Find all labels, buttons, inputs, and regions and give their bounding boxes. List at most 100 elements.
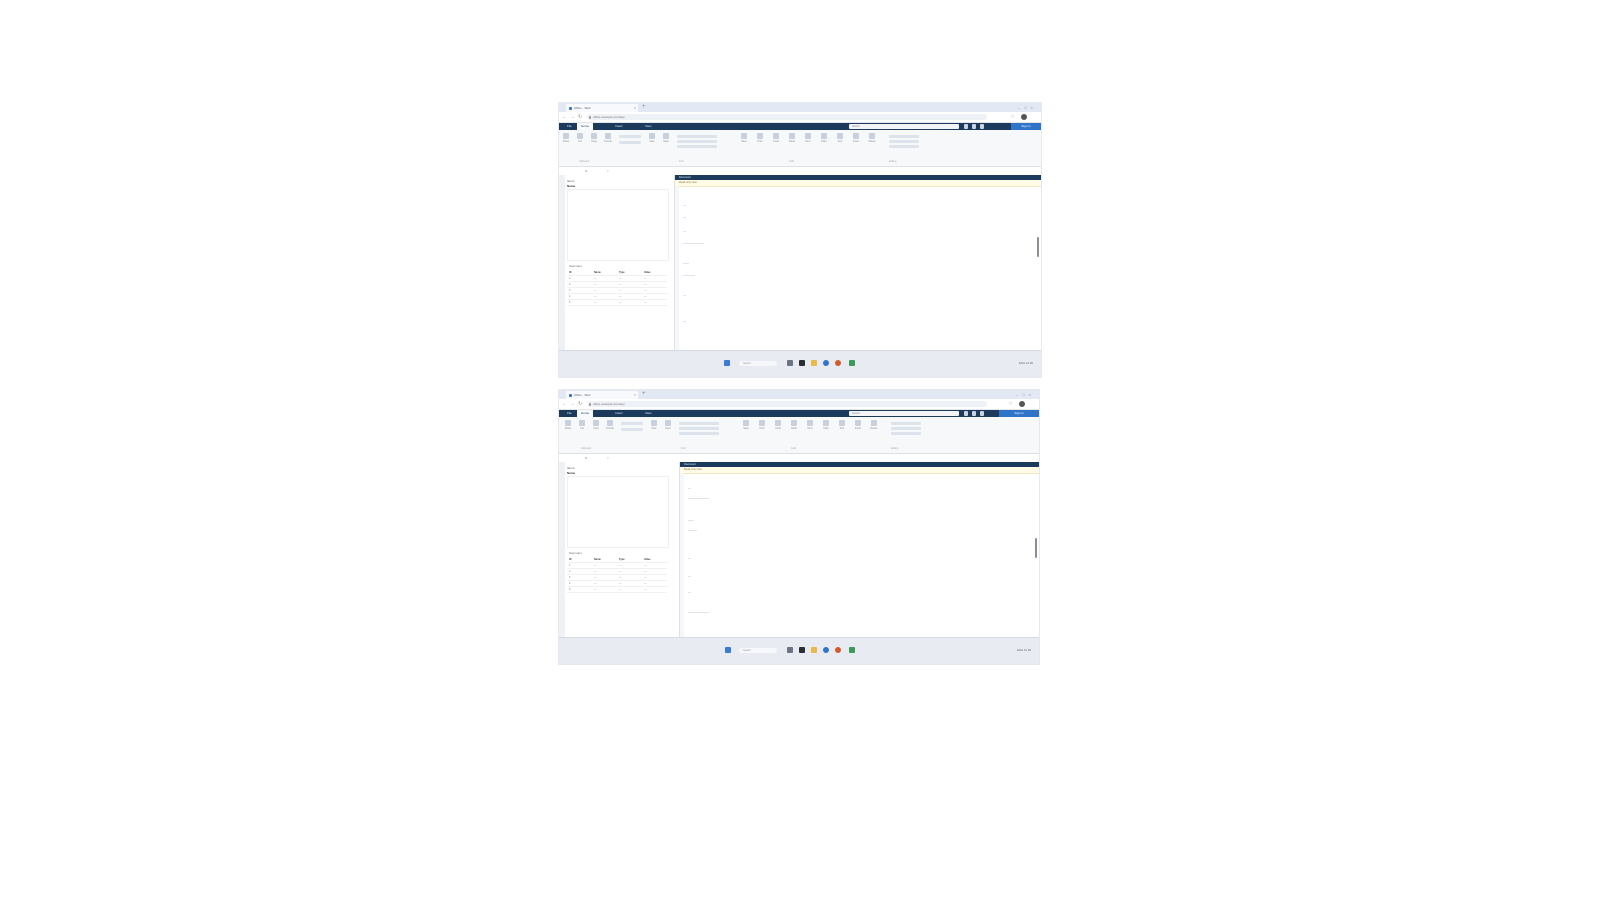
tab-home[interactable]: Home: [577, 410, 594, 417]
tab-view[interactable]: View: [641, 123, 655, 130]
scrollbar[interactable]: [1035, 538, 1037, 558]
signin-button[interactable]: Sign in: [1011, 123, 1041, 130]
bell-icon[interactable]: [964, 411, 968, 416]
tab-home[interactable]: Home: [577, 123, 594, 130]
chrome-icon[interactable]: [835, 360, 841, 366]
format-button[interactable]: Format: [605, 420, 615, 436]
option-row-3[interactable]: [889, 145, 919, 148]
task-view-icon[interactable]: [787, 360, 793, 366]
option-row-3[interactable]: [891, 432, 921, 435]
font-dropdown[interactable]: [621, 422, 643, 425]
browser-tab[interactable]: Office · Web ×: [566, 391, 638, 399]
undo-button[interactable]: Undo: [773, 420, 783, 436]
table-row[interactable]: 5 — — —: [567, 587, 667, 593]
cut-button[interactable]: Cut: [575, 133, 585, 149]
query-text[interactable]: =: [607, 167, 609, 175]
back-icon[interactable]: ←: [562, 400, 567, 408]
tab-insert[interactable]: Insert: [611, 123, 627, 130]
chrome-icon[interactable]: [835, 647, 841, 653]
help-icon[interactable]: [980, 124, 984, 129]
delete-button[interactable]: Delete: [869, 420, 879, 436]
save-button[interactable]: Save: [739, 133, 749, 149]
option-row-1[interactable]: [889, 135, 919, 138]
gear-icon[interactable]: [972, 124, 976, 129]
table-row[interactable]: 5 — — —: [567, 300, 667, 306]
window-controls[interactable]: –□×: [1016, 390, 1035, 399]
windows-icon[interactable]: [725, 647, 731, 653]
column-header[interactable]: Type: [617, 270, 642, 275]
open-button[interactable]: Open: [661, 133, 671, 149]
column-header[interactable]: Value: [642, 270, 667, 275]
option-row-2[interactable]: [891, 427, 921, 430]
undo-button[interactable]: Undo: [771, 133, 781, 149]
taskbar-search-input[interactable]: Search: [739, 361, 777, 366]
close-tab-icon[interactable]: ×: [634, 104, 636, 112]
store-icon[interactable]: [849, 360, 855, 366]
new-button[interactable]: New: [649, 420, 659, 436]
profile-icon[interactable]: [1019, 401, 1025, 407]
refresh-icon[interactable]: ↻: [578, 113, 582, 121]
filter-button[interactable]: Filter: [821, 420, 831, 436]
signin-button[interactable]: Sign in: [999, 410, 1039, 417]
app-search-input[interactable]: Search: [849, 124, 959, 129]
option-row-1[interactable]: [891, 422, 921, 425]
back-icon[interactable]: ←: [562, 113, 567, 121]
style-row-1[interactable]: [677, 135, 717, 138]
new-tab-icon[interactable]: +: [642, 390, 646, 399]
column-header[interactable]: Type: [617, 557, 642, 562]
font-dropdown[interactable]: [619, 135, 641, 138]
query-text[interactable]: =: [607, 454, 609, 462]
close-tab-icon[interactable]: ×: [634, 391, 636, 399]
help-icon[interactable]: [980, 411, 984, 416]
system-tray[interactable]: ENG 12:00: [1019, 361, 1033, 365]
style-row-2[interactable]: [677, 140, 717, 143]
column-header[interactable]: ID: [567, 557, 592, 562]
paste-button[interactable]: Paste: [563, 420, 573, 436]
copy-button[interactable]: Copy: [591, 420, 601, 436]
url-field[interactable]: office.example.com/app: [587, 401, 987, 407]
save-button[interactable]: Save: [741, 420, 751, 436]
format-button[interactable]: Format: [603, 133, 613, 149]
font-size-dropdown[interactable]: [619, 141, 641, 144]
forward-icon[interactable]: →: [570, 113, 575, 121]
forward-icon[interactable]: →: [570, 400, 575, 408]
redo-button[interactable]: Redo: [787, 133, 797, 149]
insert-button[interactable]: Insert: [851, 133, 861, 149]
tab-insert[interactable]: Insert: [611, 410, 627, 417]
store-icon[interactable]: [849, 647, 855, 653]
open-button[interactable]: Open: [663, 420, 673, 436]
task-view-icon[interactable]: [787, 647, 793, 653]
sort-button[interactable]: Sort: [837, 420, 847, 436]
edge-icon[interactable]: [823, 647, 829, 653]
bookmark-icon[interactable]: ☆: [1011, 113, 1015, 121]
folder-icon[interactable]: [811, 360, 817, 366]
copy-button[interactable]: Copy: [589, 133, 599, 149]
print-button[interactable]: Print: [757, 420, 767, 436]
cut-button[interactable]: Cut: [577, 420, 587, 436]
scrollbar[interactable]: [1037, 237, 1039, 257]
gear-icon[interactable]: [972, 411, 976, 416]
column-header[interactable]: Name: [592, 557, 617, 562]
redo-button[interactable]: Redo: [789, 420, 799, 436]
tab-file[interactable]: File: [563, 123, 576, 130]
option-row-2[interactable]: [889, 140, 919, 143]
font-size-dropdown[interactable]: [621, 428, 643, 431]
taskbar-search-input[interactable]: Search: [739, 648, 777, 653]
filter-button[interactable]: Filter: [819, 133, 829, 149]
tab-file[interactable]: File: [563, 410, 576, 417]
column-header[interactable]: Value: [642, 557, 667, 562]
folder-icon[interactable]: [811, 647, 817, 653]
new-button[interactable]: New: [647, 133, 657, 149]
insert-button[interactable]: Insert: [853, 420, 863, 436]
app-search-input[interactable]: Search: [849, 411, 959, 416]
windows-icon[interactable]: [724, 360, 730, 366]
paste-button[interactable]: Paste: [561, 133, 571, 149]
url-field[interactable]: office.example.com/app: [587, 114, 987, 120]
bookmark-icon[interactable]: ☆: [1009, 400, 1013, 408]
bell-icon[interactable]: [964, 124, 968, 129]
find-button[interactable]: Find: [803, 133, 813, 149]
style-row-2[interactable]: [679, 427, 719, 430]
explorer-icon[interactable]: [799, 360, 805, 366]
delete-button[interactable]: Delete: [867, 133, 877, 149]
column-header[interactable]: ID: [567, 270, 592, 275]
